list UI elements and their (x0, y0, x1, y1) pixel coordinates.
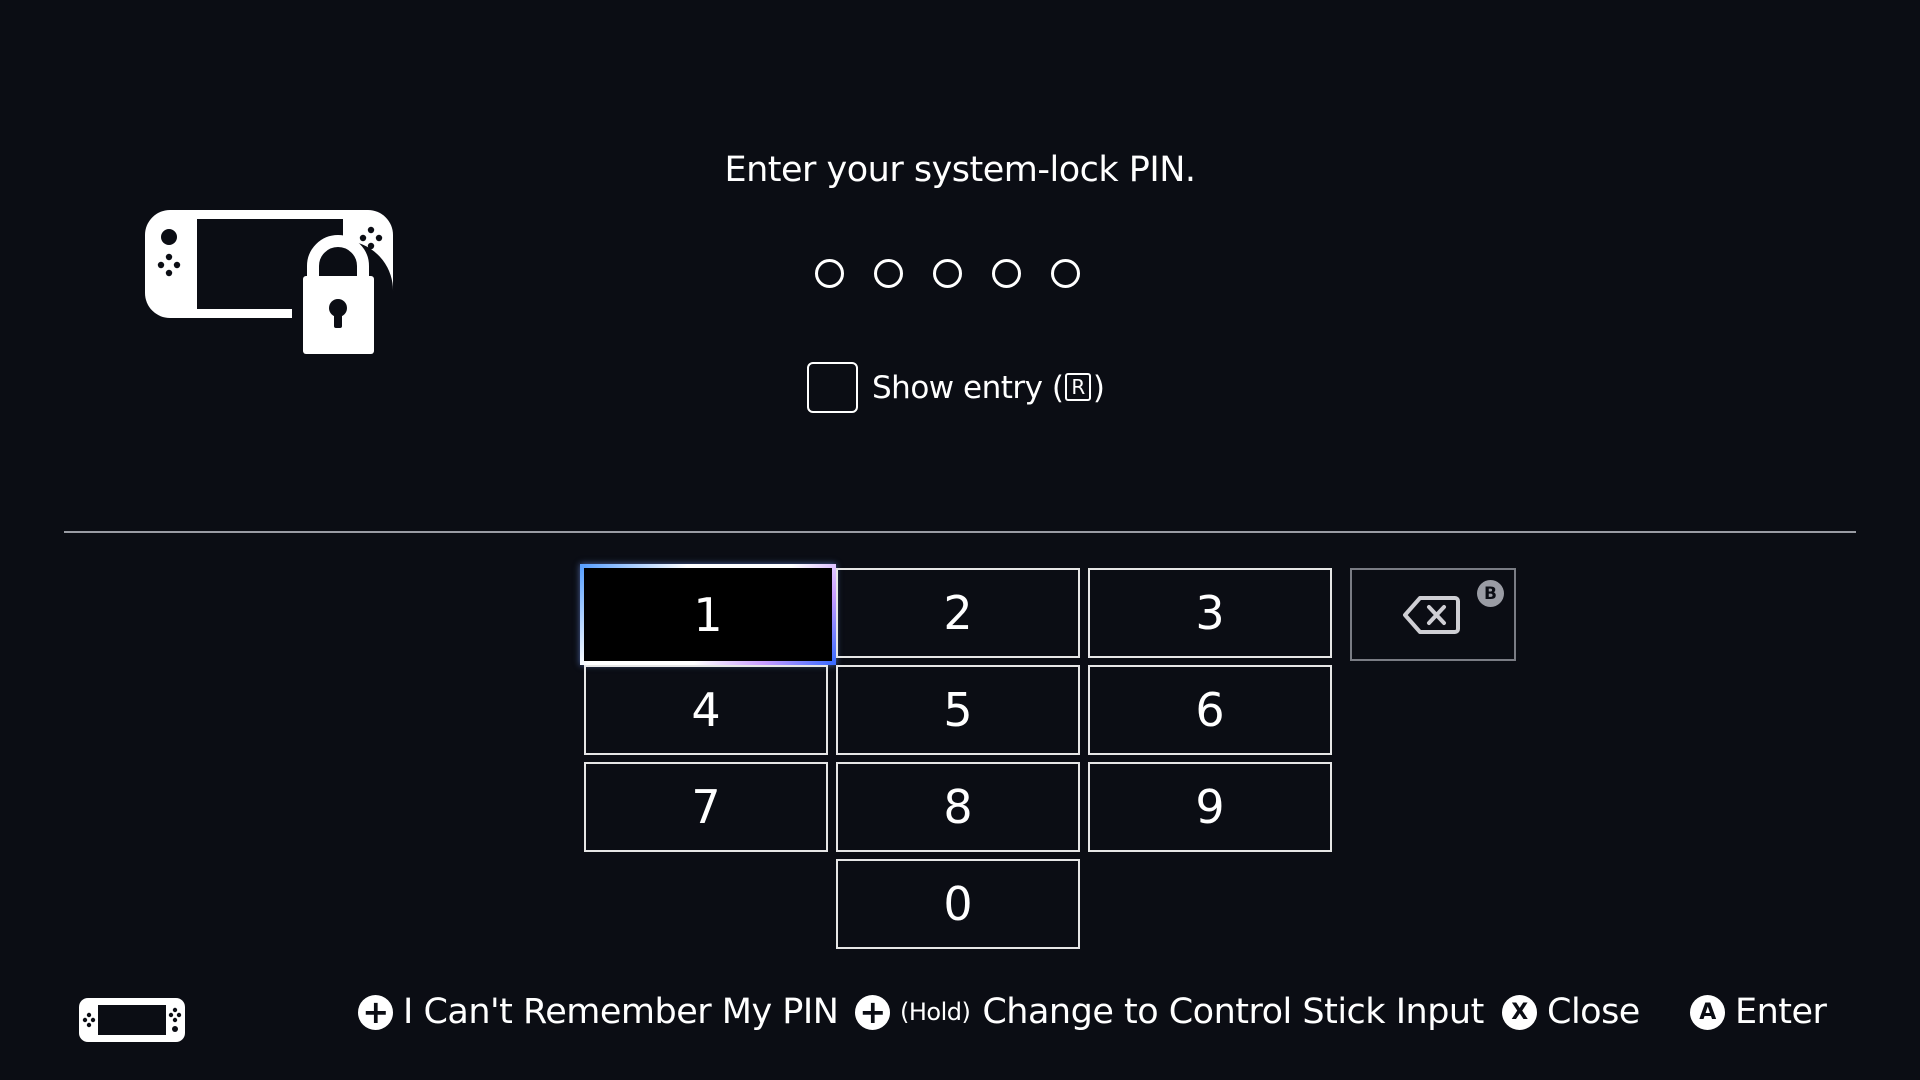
control-stick-input-button[interactable]: + (Hold) Change to Control Stick Input (855, 992, 1484, 1032)
enter-label: Enter (1735, 992, 1827, 1032)
keypad-key-0[interactable]: 0 (836, 859, 1080, 949)
keypad-key-2[interactable]: 2 (836, 568, 1080, 658)
keypad-key-8[interactable]: 8 (836, 762, 1080, 852)
keypad-key-3[interactable]: 3 (1088, 568, 1332, 658)
close-button[interactable]: X Close (1502, 992, 1640, 1032)
pin-digit-slot (1051, 259, 1080, 288)
close-label: Close (1547, 992, 1640, 1032)
plus-button-icon: + (855, 994, 890, 1030)
enter-button[interactable]: A Enter (1690, 992, 1827, 1032)
control-stick-input-label: Change to Control Stick Input (982, 992, 1484, 1032)
keypad-key-1[interactable]: 1 (580, 564, 836, 665)
show-entry-toggle[interactable]: Show entry (R) (807, 362, 1105, 413)
show-entry-checkbox[interactable] (807, 362, 858, 413)
a-button-icon: A (1690, 994, 1725, 1030)
pin-digit-slot (874, 259, 903, 288)
divider (64, 531, 1856, 533)
keypad-key-6[interactable]: 6 (1088, 665, 1332, 755)
pin-digit-slot (933, 259, 962, 288)
b-button-icon: B (1477, 580, 1504, 607)
console-icon (79, 998, 185, 1042)
page-title: Enter your system-lock PIN. (724, 150, 1196, 190)
forgot-pin-label: I Can't Remember My PIN (403, 992, 839, 1032)
pin-indicator (815, 259, 1080, 288)
x-button-icon: X (1502, 994, 1537, 1030)
pin-digit-slot (992, 259, 1021, 288)
keypad-key-4[interactable]: 4 (584, 665, 828, 755)
show-entry-label: Show entry (R) (872, 369, 1105, 406)
backspace-icon (1403, 596, 1460, 634)
keypad-key-9[interactable]: 9 (1088, 762, 1332, 852)
r-button-icon: R (1065, 372, 1091, 401)
hold-label: (Hold) (900, 998, 971, 1026)
console-lock-icon (145, 210, 394, 354)
plus-button-icon: + (358, 994, 393, 1030)
pin-digit-slot (815, 259, 844, 288)
backspace-button[interactable]: B (1350, 568, 1516, 661)
forgot-pin-button[interactable]: + I Can't Remember My PIN (358, 992, 839, 1032)
keypad-key-5[interactable]: 5 (836, 665, 1080, 755)
keypad-key-7[interactable]: 7 (584, 762, 828, 852)
